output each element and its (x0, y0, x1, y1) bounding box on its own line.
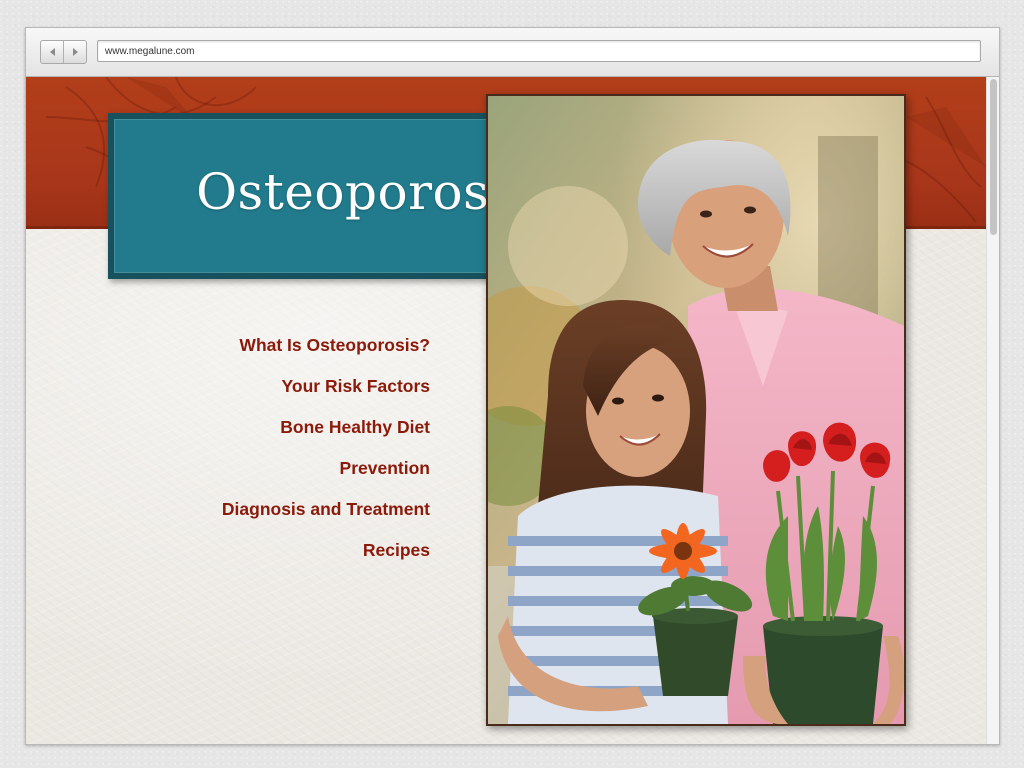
browser-window: www.megalune.com Osteoporosis What Is Os… (25, 27, 1000, 745)
nav-link-diagnosis-treatment[interactable]: Diagnosis and Treatment (176, 497, 430, 538)
main-navigation: What Is Osteoporosis? Your Risk Factors … (176, 333, 430, 579)
nav-link-recipes[interactable]: Recipes (176, 538, 430, 579)
vertical-scrollbar[interactable] (986, 77, 999, 744)
nav-link-what-is-osteoporosis[interactable]: What Is Osteoporosis? (176, 333, 430, 374)
hero-photo-illustration (488, 96, 904, 724)
nav-link-prevention[interactable]: Prevention (176, 456, 430, 497)
nav-link-bone-healthy-diet[interactable]: Bone Healthy Diet (176, 415, 430, 456)
scrollbar-thumb[interactable] (990, 79, 997, 235)
back-button[interactable] (41, 41, 63, 63)
url-text: www.megalune.com (105, 46, 195, 57)
page-content: Osteoporosis What Is Osteoporosis? Your … (26, 77, 999, 744)
forward-arrow-icon (72, 48, 78, 56)
page-title: Osteoporosis (196, 163, 532, 221)
browser-toolbar: www.megalune.com (26, 28, 999, 77)
forward-button[interactable] (63, 41, 86, 63)
address-bar[interactable]: www.megalune.com (97, 40, 981, 62)
navigation-buttons (40, 40, 87, 64)
hero-photo (486, 94, 906, 726)
back-arrow-icon (49, 48, 55, 56)
nav-link-risk-factors[interactable]: Your Risk Factors (176, 374, 430, 415)
